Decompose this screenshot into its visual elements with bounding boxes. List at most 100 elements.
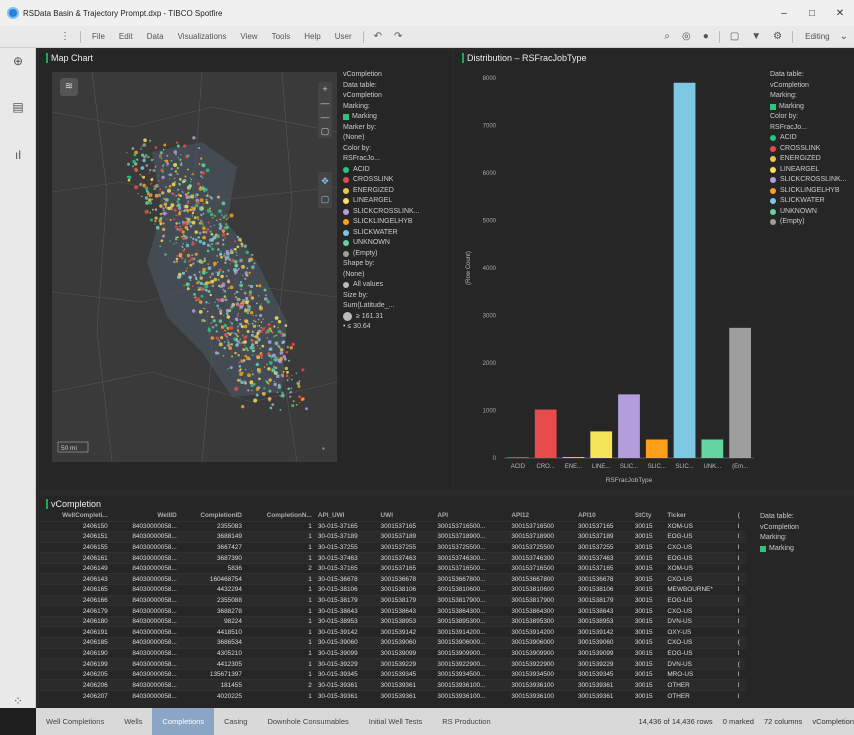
distribution-chart-panel[interactable]: Distribution – RSFracJobType 0 1000 2000 30… <box>454 50 854 490</box>
column-header[interactable]: WellID <box>111 510 180 521</box>
chart_legend-marking-item[interactable]: Marking <box>770 102 854 113</box>
table-row[interactable]: 2406155 84030000058... 3667427 1 30-015-3725… <box>40 541 746 553</box>
filter-icon[interactable]: ▼ <box>751 31 761 42</box>
tab-initial-well-tests[interactable]: Initial Well Tests <box>359 717 433 726</box>
add-icon[interactable]: ⊕ <box>8 54 28 70</box>
legend-item--empty-[interactable]: (Empty) <box>343 249 449 260</box>
legend-item-crosslink[interactable]: CROSSLINK <box>770 144 854 155</box>
table-row[interactable]: 2406179 84030000058... 3688278 1 30-015-3864… <box>40 605 746 617</box>
table-row[interactable]: 2406206 84030000058... 181455 2 30-015-39361… <box>40 679 746 691</box>
legend-item-lineargel[interactable]: LINEARGEL <box>770 165 854 176</box>
legend-item-slickwater[interactable]: SLICKWATER <box>343 228 449 239</box>
legend-item-slicklingelhyb[interactable]: SLICKLINGELHYB <box>343 217 449 228</box>
menu-file[interactable]: File <box>92 32 105 41</box>
table-row[interactable]: 2406149 84030000058... 5836 2 30-015-37165 30… <box>40 562 746 574</box>
column-header[interactable]: WellCompleti... <box>40 510 111 521</box>
layers-icon[interactable]: ≋ <box>60 78 78 96</box>
column-header[interactable]: Ticker <box>664 510 734 521</box>
minimize-button[interactable]: – <box>770 8 798 19</box>
network-icon[interactable]: ⁘ <box>8 694 28 710</box>
legend-item-unknown[interactable]: UNKNOWN <box>770 207 854 218</box>
table-row[interactable]: 2406143 84030000058... 160468754 1 30-015-36… <box>40 573 746 585</box>
tab-rs-production[interactable]: RS Production <box>432 717 500 726</box>
table-row[interactable]: 2406166 84030000058... 2355088 1 30-015-3817… <box>40 594 746 606</box>
select-tool-icon[interactable]: ✥ ▢ <box>318 172 332 208</box>
settings-icon[interactable]: ⚙ <box>773 31 782 42</box>
bar[interactable] <box>673 82 696 458</box>
table-row[interactable]: 2406205 84030000058... 135671397 1 30-015-39… <box>40 668 746 680</box>
tab-wells[interactable]: Wells <box>114 717 152 726</box>
globe-icon[interactable]: ◎ <box>682 31 691 42</box>
map-chart-panel[interactable]: Map Chart 50 mi ≋ + — — ▢ ✥ ▢ ▪ vCompletion D… <box>38 50 452 490</box>
bookmark-icon[interactable]: ▢ <box>730 31 739 42</box>
legend-item-slicklingelhyb[interactable]: SLICKLINGELHYB <box>770 186 854 197</box>
table-row[interactable]: 2406207 84030000058... 4020225 1 30-015-3936… <box>40 690 746 702</box>
column-header[interactable]: API12 <box>508 510 575 521</box>
bar[interactable] <box>701 439 724 458</box>
table-row[interactable]: 2406185 84030000058... 3686534 1 30-015-3906… <box>40 637 746 649</box>
search-icon[interactable]: ⌕ <box>664 31 670 42</box>
tab-downhole-consumables[interactable]: Downhole Consumables <box>257 717 358 726</box>
bar[interactable] <box>645 439 668 458</box>
column-header[interactable]: UWI <box>378 510 435 521</box>
table-row[interactable]: 2406199 84030000058... 4412305 1 30-015-3922… <box>40 658 746 670</box>
completion-table[interactable]: WellCompleti... WellID CompletionID Complet… <box>40 510 746 702</box>
map_legend-marking-item[interactable]: Marking <box>343 112 449 123</box>
table-row[interactable]: 2406150 84030000058... 2355083 1 30-015-3716… <box>40 520 746 532</box>
legend-item-acid[interactable]: ACID <box>343 165 449 176</box>
bar-chart-icon[interactable]: ıl <box>8 148 28 164</box>
menu-user[interactable]: User <box>335 32 352 41</box>
menu-edit[interactable]: Edit <box>119 32 133 41</box>
column-header[interactable]: CompletionN... <box>245 510 315 521</box>
table-viewport[interactable]: WellCompleti... WellID CompletionID Complet… <box>38 510 748 708</box>
close-button[interactable]: ✕ <box>826 8 854 19</box>
bar-chart[interactable]: 0 1000 2000 3000 4000 5000 6000 7000 8000 ACID CRO… <box>454 58 764 488</box>
column-header[interactable]: API <box>434 510 508 521</box>
bar[interactable] <box>562 457 585 458</box>
bar[interactable] <box>618 394 640 458</box>
menu-visualizations[interactable]: Visualizations <box>178 32 227 41</box>
table-row[interactable]: 2406161 84030000058... 3687390 1 30-015-3746… <box>40 552 746 564</box>
bar[interactable] <box>534 409 557 458</box>
legend-item-slickcrosslink-[interactable]: SLICKCROSSLINK... <box>770 175 854 186</box>
legend-item-energized[interactable]: ENERGIZED <box>343 186 449 197</box>
legend-item-crosslink[interactable]: CROSSLINK <box>343 175 449 186</box>
table_legend-marking-item[interactable]: Marking <box>760 544 850 555</box>
undo-icon[interactable]: ↶ <box>374 31 382 42</box>
data-table-icon[interactable]: ▤ <box>8 100 28 116</box>
legend-item-energized[interactable]: ENERGIZED <box>770 154 854 165</box>
zoom-control[interactable]: + — — ▢ <box>318 82 332 138</box>
tab-well-completions[interactable]: Well Completions <box>36 717 114 726</box>
legend-item--empty-[interactable]: (Empty) <box>770 217 854 228</box>
more-menu-icon[interactable]: ⋮ <box>60 31 70 42</box>
column-header[interactable]: API10 <box>575 510 632 521</box>
legend-item-slickwater[interactable]: SLICKWATER <box>770 196 854 207</box>
column-header[interactable]: ( <box>735 510 746 521</box>
legend-item-acid[interactable]: ACID <box>770 133 854 144</box>
bar[interactable] <box>507 457 529 458</box>
data-table-panel[interactable]: vCompletion WellCompleti... WellID Complet… <box>38 496 854 708</box>
column-header[interactable]: CompletionID <box>180 510 245 521</box>
menu-view[interactable]: View <box>240 32 257 41</box>
table-row[interactable]: 2406191 84030000058... 4418510 1 30-015-3914… <box>40 626 746 638</box>
legend-item-all-values[interactable]: All values <box>343 280 449 291</box>
legend-item-lineargel[interactable]: LINEARGEL <box>343 196 449 207</box>
chart-legend[interactable]: Data table: vCompletion Marking: Marking Col… <box>770 70 854 228</box>
maximize-button[interactable]: □ <box>798 8 826 19</box>
redo-icon[interactable]: ↷ <box>394 31 402 42</box>
bar[interactable] <box>729 327 751 458</box>
menu-data[interactable]: Data <box>147 32 164 41</box>
notification-icon[interactable]: ● <box>703 31 709 42</box>
map-legend[interactable]: vCompletion Data table: vCompletion Marking… <box>343 70 449 333</box>
table-row[interactable]: 2406165 84030000058... 4432294 1 30-015-3810… <box>40 584 746 596</box>
legend-item-unknown[interactable]: UNKNOWN <box>343 238 449 249</box>
chevron-down-icon[interactable]: ⌄ <box>840 31 848 42</box>
tab-casing[interactable]: Casing <box>214 717 257 726</box>
column-header[interactable]: StCty <box>632 510 665 521</box>
map-canvas[interactable]: 50 mi ≋ + — — ▢ ✥ ▢ ▪ <box>52 72 337 462</box>
legend-item-slickcrosslink-[interactable]: SLICKCROSSLINK... <box>343 207 449 218</box>
bar[interactable] <box>590 431 613 458</box>
settings-icon[interactable]: ▪ <box>322 444 325 453</box>
tab-completions[interactable]: Completions <box>152 708 215 735</box>
menu-tools[interactable]: Tools <box>272 32 291 41</box>
